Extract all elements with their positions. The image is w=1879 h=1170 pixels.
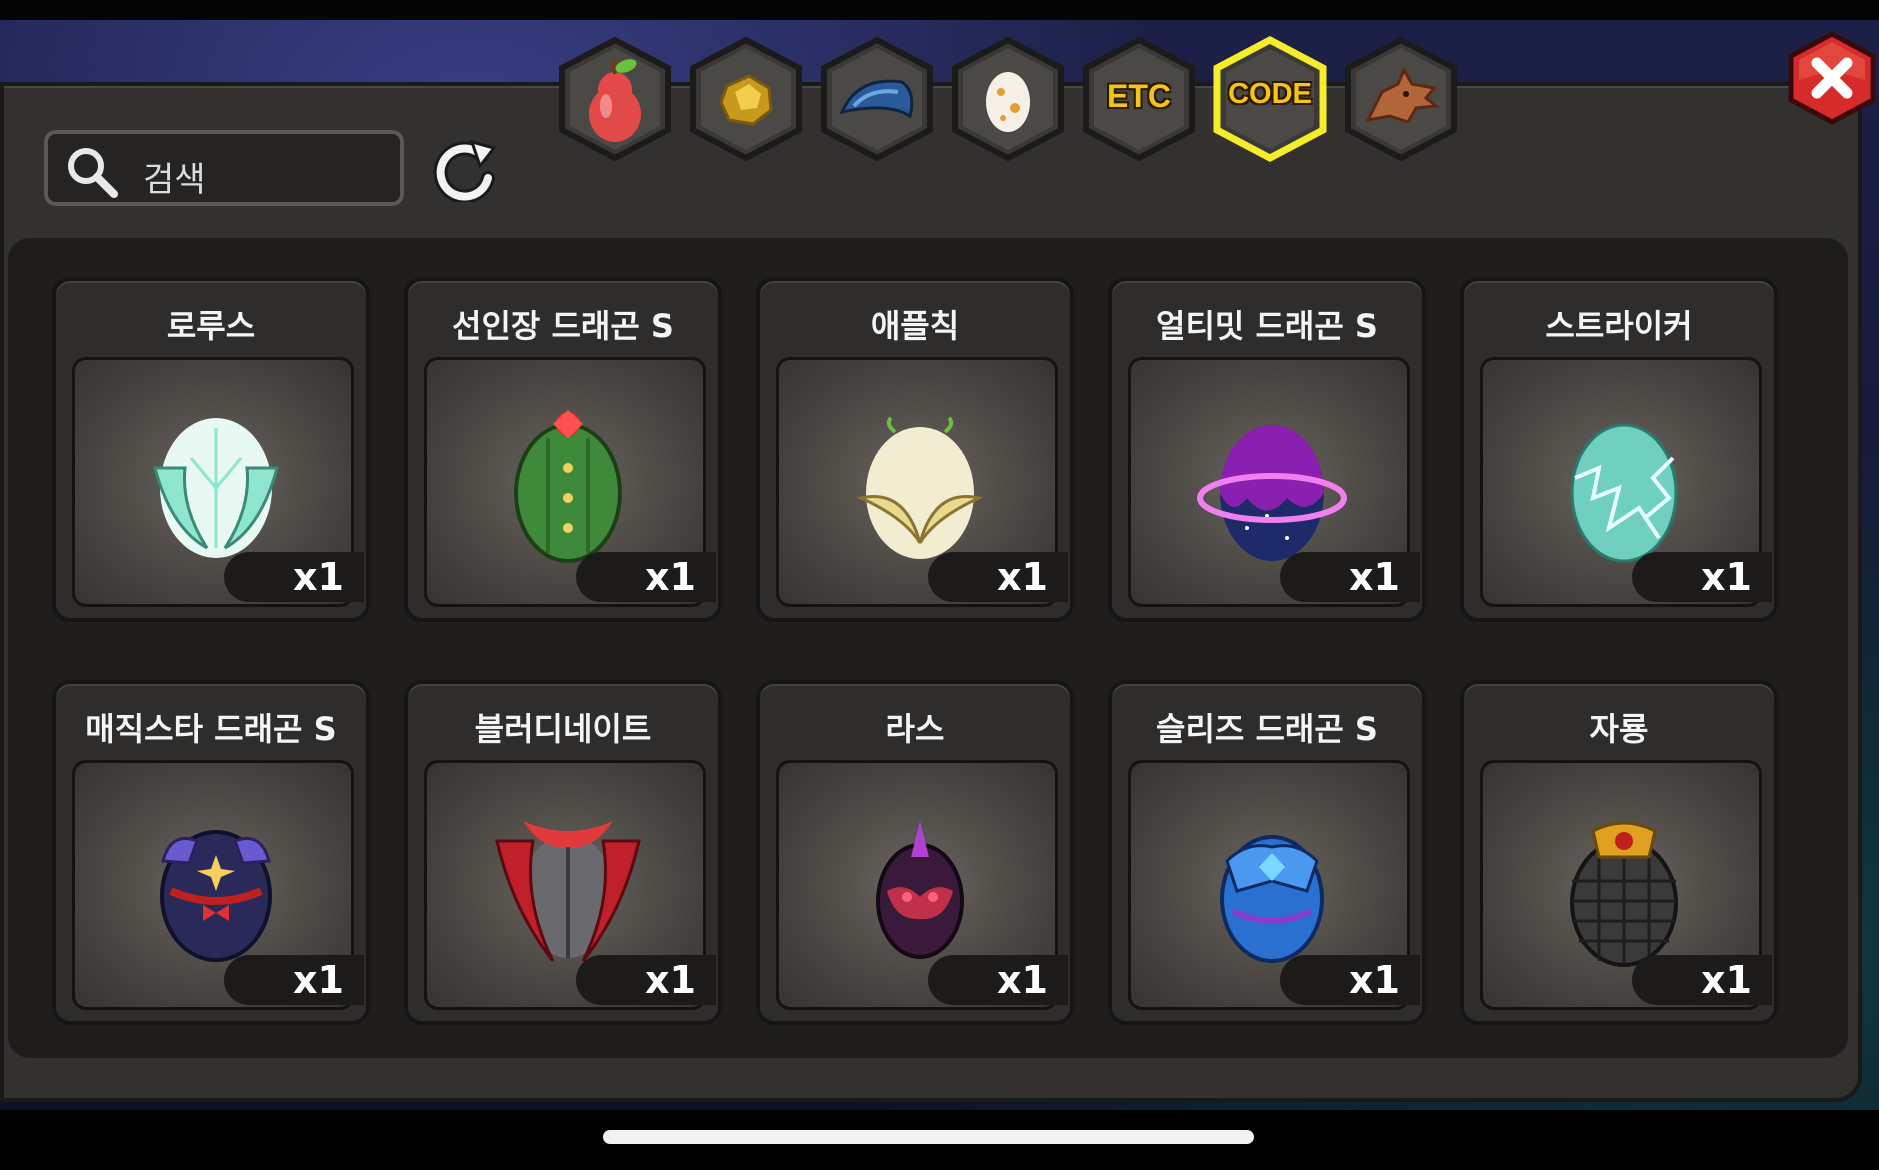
tab-code-label: CODE bbox=[1228, 78, 1312, 110]
item-grid: 로루스 x1 선인장 드래곤 S x1 애플칙 x1 얼티밋 드래곤 S x1 … bbox=[52, 277, 1782, 1027]
item-card[interactable]: 로루스 x1 bbox=[52, 277, 370, 622]
gold-ore-icon bbox=[719, 74, 773, 126]
lightning-egg-icon bbox=[1570, 423, 1678, 563]
tab-fruit[interactable] bbox=[556, 36, 674, 162]
item-name: 슬리즈 드래곤 S bbox=[1156, 710, 1378, 748]
item-card[interactable]: 라스 x1 bbox=[756, 680, 1074, 1025]
pear-icon bbox=[589, 56, 641, 142]
dragon-scale-icon bbox=[839, 79, 914, 119]
home-indicator[interactable] bbox=[603, 1130, 1254, 1144]
item-count: x1 bbox=[1280, 955, 1420, 1005]
tab-code[interactable]: CODE bbox=[1211, 36, 1329, 162]
item-name: 라스 bbox=[885, 710, 945, 748]
item-name: 얼티밋 드래곤 S bbox=[1156, 307, 1378, 345]
item-name: 매직스타 드래곤 S bbox=[85, 710, 337, 748]
blue-armor-egg-icon bbox=[1220, 835, 1324, 963]
refresh-icon[interactable] bbox=[430, 138, 502, 202]
search-icon bbox=[68, 148, 118, 198]
tab-gold[interactable] bbox=[687, 36, 805, 162]
tab-dragon-part[interactable] bbox=[818, 36, 936, 162]
white-winged-egg-icon bbox=[153, 418, 279, 558]
cactus-egg-icon bbox=[514, 410, 622, 563]
item-count: x1 bbox=[576, 552, 716, 602]
bloody-egg-icon bbox=[495, 821, 641, 962]
dark-spike-egg-icon bbox=[876, 821, 964, 959]
search-placeholder: 검색 bbox=[143, 160, 206, 200]
item-count: x1 bbox=[1632, 955, 1772, 1005]
item-count: x1 bbox=[1632, 552, 1772, 602]
golden-winged-egg-icon bbox=[856, 416, 984, 559]
search-input[interactable]: 검색 bbox=[44, 130, 404, 206]
tab-etc[interactable]: ETC bbox=[1080, 36, 1198, 162]
item-count: x1 bbox=[1280, 552, 1420, 602]
item-card[interactable]: 애플칙 x1 bbox=[756, 277, 1074, 622]
item-card[interactable]: 자룡 x1 bbox=[1460, 680, 1778, 1025]
item-count: x1 bbox=[576, 955, 716, 1005]
purple-planet-egg-icon bbox=[1197, 425, 1347, 561]
category-tabs: ETC CODE bbox=[556, 36, 1466, 166]
armored-black-egg-icon bbox=[1570, 821, 1678, 967]
egg-icon bbox=[986, 72, 1030, 132]
item-name: 선인장 드래곤 S bbox=[452, 307, 674, 345]
item-name: 로루스 bbox=[166, 307, 256, 345]
item-count: x1 bbox=[224, 955, 364, 1005]
tab-etc-label: ETC bbox=[1107, 78, 1171, 114]
item-name: 스트라이커 bbox=[1545, 307, 1693, 345]
tab-egg[interactable] bbox=[949, 36, 1067, 162]
status-bar bbox=[0, 0, 1879, 20]
item-name: 블러디네이트 bbox=[474, 710, 652, 748]
item-count: x1 bbox=[224, 552, 364, 602]
close-icon[interactable] bbox=[1785, 30, 1879, 126]
dragon-head-icon bbox=[1365, 66, 1440, 124]
item-card[interactable]: 스트라이커 x1 bbox=[1460, 277, 1778, 622]
item-card[interactable]: 선인장 드래곤 S x1 bbox=[404, 277, 722, 622]
item-count: x1 bbox=[928, 552, 1068, 602]
item-card[interactable]: 슬리즈 드래곤 S x1 bbox=[1108, 680, 1426, 1025]
item-count: x1 bbox=[928, 955, 1068, 1005]
magic-star-egg-icon bbox=[160, 830, 272, 962]
item-card[interactable]: 매직스타 드래곤 S x1 bbox=[52, 680, 370, 1025]
item-card[interactable]: 얼티밋 드래곤 S x1 bbox=[1108, 277, 1426, 622]
item-name: 애플칙 bbox=[870, 307, 960, 345]
item-name: 자룡 bbox=[1589, 710, 1649, 748]
item-card[interactable]: 블러디네이트 x1 bbox=[404, 680, 722, 1025]
tab-dragon[interactable] bbox=[1342, 36, 1460, 162]
